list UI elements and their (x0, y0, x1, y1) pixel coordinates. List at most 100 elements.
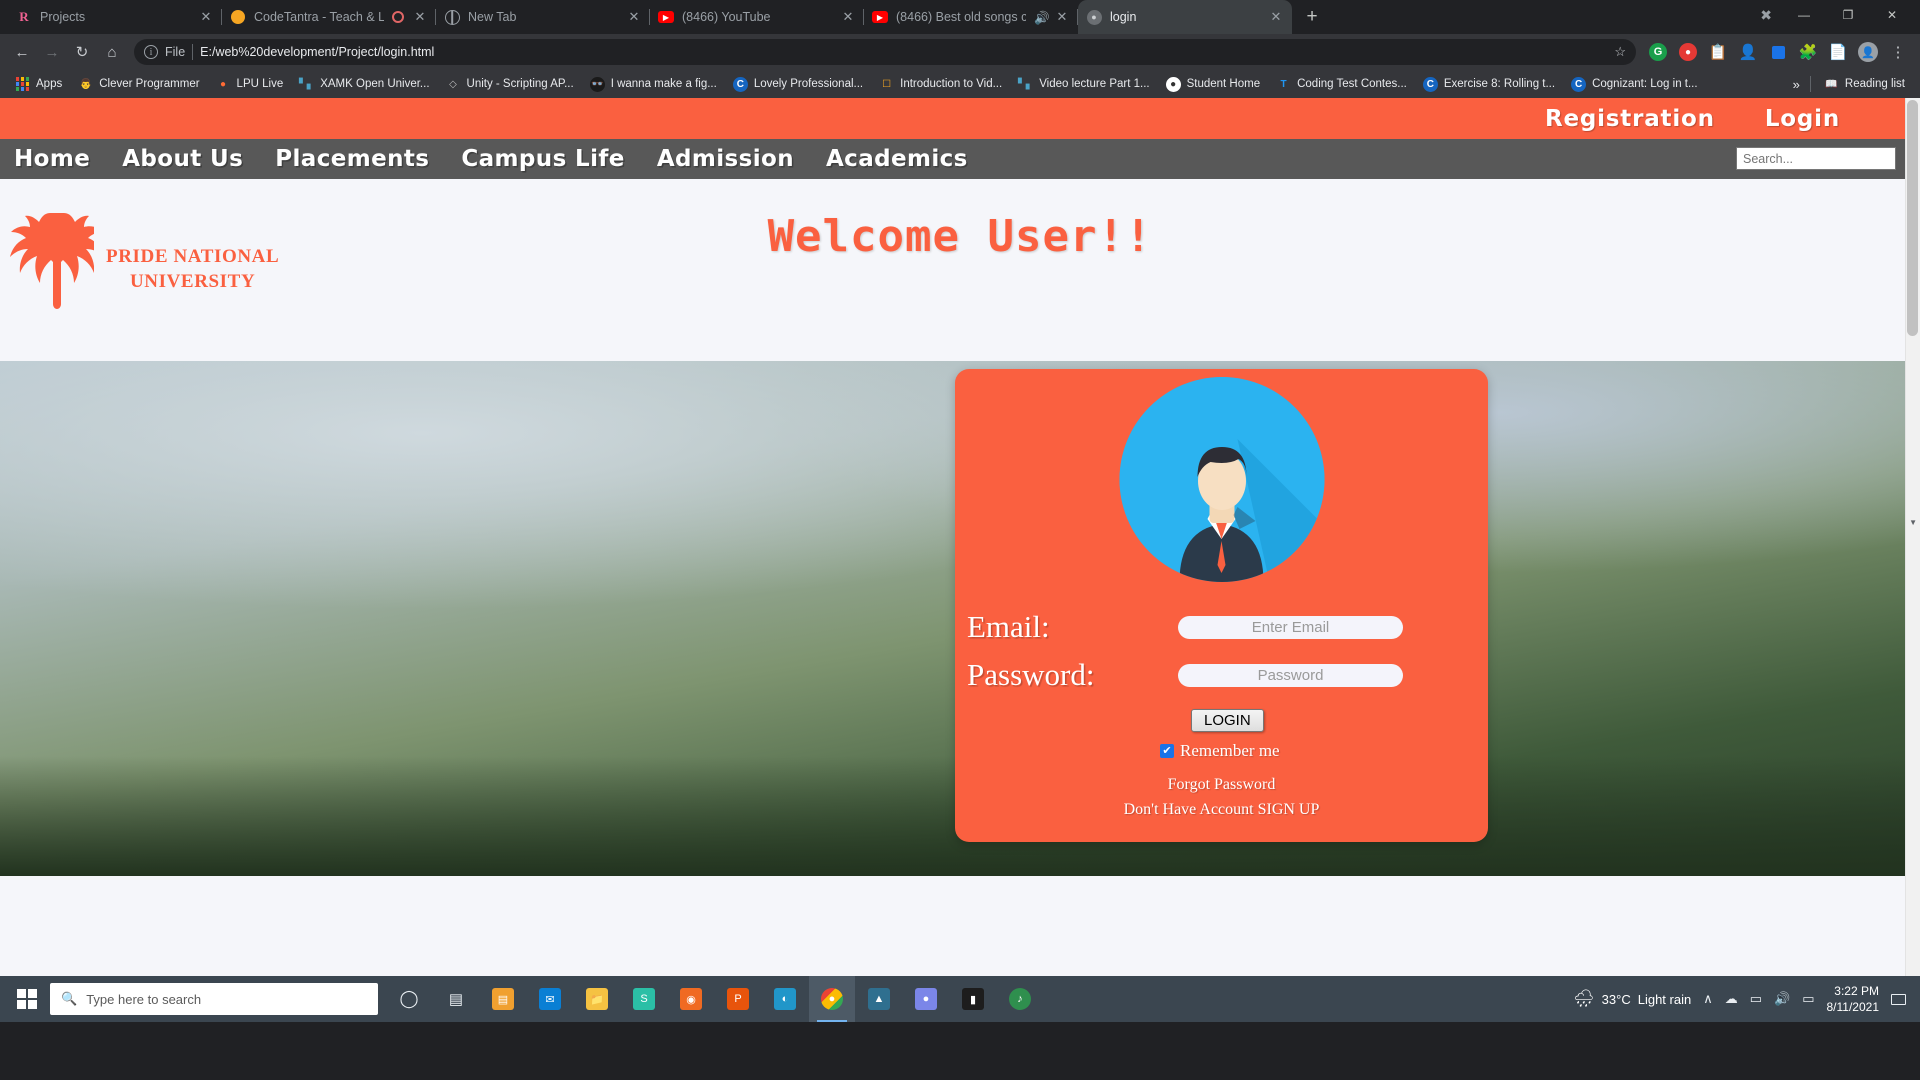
back-icon[interactable]: ← (8, 38, 36, 66)
password-field[interactable] (1178, 663, 1403, 687)
page-info-icon[interactable]: i (144, 45, 158, 59)
reload-icon[interactable]: ↻ (68, 38, 96, 66)
spotify-icon[interactable]: ♪ (997, 976, 1043, 1022)
edge-icon[interactable]: ◐ (762, 976, 808, 1022)
prime-video-icon[interactable]: P (715, 976, 761, 1022)
bookmark-star-icon[interactable]: ☆ (1614, 44, 1626, 60)
scroll-down-arrow-icon[interactable]: ▼ (1909, 518, 1917, 527)
browser-tab[interactable]: ▶ (8466) YouTube ✕ (650, 0, 864, 34)
discord-icon[interactable]: ● (903, 976, 949, 1022)
bookmark-xamk[interactable]: ▘▖ XAMK Open Univer... (292, 74, 436, 95)
tab-close-icon[interactable]: ✕ (626, 9, 642, 25)
tab-close-icon[interactable]: ✕ (1054, 9, 1070, 25)
teams-icon[interactable]: S (621, 976, 667, 1022)
battery-icon[interactable]: ▭ (1802, 991, 1814, 1007)
youtube-icon: ▶ (658, 9, 674, 25)
minimize-button[interactable]: — (1784, 0, 1824, 30)
cortana-icon[interactable]: ◯ (386, 976, 432, 1022)
screen-recorder-extension-icon[interactable]: ● (1674, 38, 1702, 66)
nav-item-campus-life[interactable]: Campus Life (461, 146, 624, 172)
maximize-button[interactable]: ❐ (1828, 0, 1868, 30)
page-scrollbar[interactable]: ▼ (1905, 98, 1920, 976)
nav-item-about-us[interactable]: About Us (122, 146, 243, 172)
remember-me-row[interactable]: ✔ Remember me (1160, 741, 1280, 761)
search-input[interactable] (1736, 147, 1896, 170)
profile-avatar-icon[interactable]: 👤 (1854, 38, 1882, 66)
blue-extension-icon[interactable] (1764, 38, 1792, 66)
tab-close-icon[interactable]: ✕ (840, 9, 856, 25)
bookmark-student-home[interactable]: ● Student Home (1159, 74, 1268, 95)
bookmark-video-lecture[interactable]: ▘▖ Video lecture Part 1... (1011, 74, 1156, 95)
forward-icon[interactable]: → (38, 38, 66, 66)
browser-tab[interactable]: CodeTantra - Teach & Learn ✕ (222, 0, 436, 34)
windows-start-icon[interactable] (4, 976, 50, 1022)
tab-title: CodeTantra - Teach & Learn (254, 10, 384, 24)
extension-indicator-icon[interactable]: ✖ (1752, 7, 1780, 24)
tab-audio-playing-icon[interactable]: 🔊 (1034, 11, 1050, 25)
vlc-icon[interactable]: ▲ (856, 976, 902, 1022)
bookmark-cognizant[interactable]: C Cognizant: Log in t... (1564, 74, 1704, 95)
clock-date: 8/11/2021 (1826, 1000, 1880, 1014)
bookmark-lovely-professional[interactable]: C Lovely Professional... (726, 74, 870, 95)
new-tab-button[interactable]: + (1298, 3, 1326, 31)
chrome-menu-icon[interactable]: ⋮ (1884, 38, 1912, 66)
tab-close-icon[interactable]: ✕ (198, 9, 214, 25)
bookmark-exercise-8[interactable]: C Exercise 8: Rolling t... (1416, 74, 1562, 95)
address-bar[interactable]: i File E:/web%20development/Project/logi… (134, 39, 1636, 65)
browser-tab-active[interactable]: ● login ✕ (1078, 0, 1292, 34)
tray-chevron-up-icon[interactable]: ∧ (1703, 991, 1713, 1007)
bookmark-unity[interactable]: ◇ Unity - Scripting AP... (439, 74, 581, 95)
url-scheme-label: File (165, 45, 186, 59)
taskbar-search-input[interactable]: 🔍 Type here to search (50, 983, 378, 1015)
extensions-puzzle-icon[interactable]: 🧩 (1794, 38, 1822, 66)
browser-tab[interactable]: ▶ (8466) Best old songs collecti 🔊 ✕ (864, 0, 1078, 34)
browser-tab[interactable]: R Projects ✕ (8, 0, 222, 34)
nav-item-admission[interactable]: Admission (657, 146, 794, 172)
tab-close-icon[interactable]: ✕ (412, 9, 428, 25)
registration-link[interactable]: Registration (1545, 106, 1715, 132)
screen-icon[interactable]: ▭ (1750, 991, 1762, 1007)
bookmark-clever-programmer[interactable]: 👨 Clever Programmer (71, 74, 206, 95)
reading-mode-icon[interactable]: 📄 (1824, 38, 1852, 66)
nav-item-placements[interactable]: Placements (275, 146, 429, 172)
login-link[interactable]: Login (1765, 106, 1840, 132)
file-explorer-icon[interactable]: 📁 (574, 976, 620, 1022)
tab-close-icon[interactable]: ✕ (1268, 9, 1284, 25)
bookmark-label: Introduction to Vid... (900, 78, 1003, 90)
onedrive-icon[interactable]: ☁ (1725, 991, 1738, 1007)
bookmark-apps[interactable]: Apps (8, 74, 69, 95)
email-field[interactable] (1178, 615, 1403, 639)
youtube-icon: ▶ (872, 9, 888, 25)
clipboard-extension-icon[interactable]: 📋 (1704, 38, 1732, 66)
reading-list-button[interactable]: 📖 Reading list (1817, 74, 1912, 95)
remember-me-checkbox[interactable]: ✔ (1160, 744, 1174, 758)
store-icon[interactable]: ▤ (480, 976, 526, 1022)
email-label: Email: (967, 609, 1050, 644)
bookmark-intro-video[interactable]: ☐ Introduction to Vid... (872, 74, 1009, 95)
grammarly-extension-icon[interactable]: G (1644, 38, 1672, 66)
scrollbar-thumb[interactable] (1907, 100, 1918, 336)
bookmark-figma-face[interactable]: 👓 I wanna make a fig... (583, 74, 724, 95)
notifications-icon[interactable] (1891, 993, 1906, 1005)
terminal-icon[interactable]: ▮ (950, 976, 996, 1022)
login-button[interactable]: LOGIN (1191, 709, 1264, 732)
firefox-icon[interactable]: ◉ (668, 976, 714, 1022)
volume-icon[interactable]: 🔊 (1774, 991, 1790, 1007)
bookmarks-overflow-icon[interactable]: » (1789, 77, 1804, 92)
weather-widget[interactable]: 🌧 33°C Light rain (1573, 989, 1691, 1009)
nav-item-home[interactable]: Home (14, 146, 90, 172)
browser-tab[interactable]: New Tab ✕ (436, 0, 650, 34)
home-icon[interactable]: ⌂ (98, 38, 126, 66)
taskbar-clock[interactable]: 3:22 PM 8/11/2021 (1827, 983, 1880, 1015)
mail-icon[interactable]: ✉ (527, 976, 573, 1022)
signup-link[interactable]: Don't Have Account SIGN UP (955, 801, 1488, 819)
chrome-icon[interactable]: ● (809, 976, 855, 1022)
bookmark-lpu-live[interactable]: ● LPU Live (209, 74, 291, 95)
nav-item-academics[interactable]: Academics (826, 146, 968, 172)
forgot-password-link[interactable]: Forgot Password (955, 776, 1488, 794)
bookmark-coding-test[interactable]: T Coding Test Contes... (1269, 74, 1414, 95)
browser-toolbar: ← → ↻ ⌂ i File E:/web%20development/Proj… (0, 34, 1920, 70)
task-view-icon[interactable]: ▤ (433, 976, 479, 1022)
user-extension-icon[interactable]: 👤 (1734, 38, 1762, 66)
close-button[interactable]: ✕ (1872, 0, 1912, 30)
